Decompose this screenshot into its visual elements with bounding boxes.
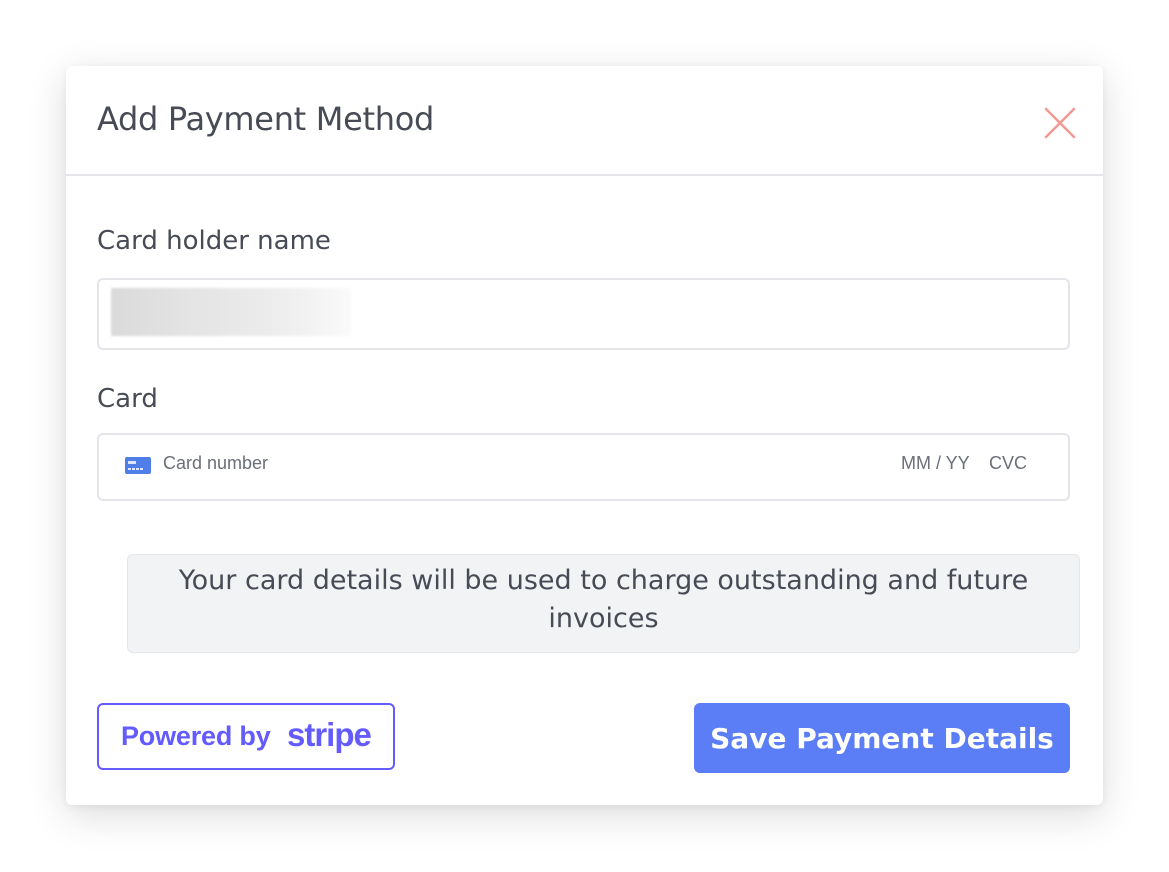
- credit-card-icon: [125, 457, 151, 474]
- card-holder-name-field[interactable]: [97, 278, 1070, 350]
- card-holder-name-label: Card holder name: [97, 226, 331, 256]
- close-button[interactable]: [1043, 106, 1077, 140]
- add-payment-method-dialog: Add Payment Method Card holder name Card…: [66, 66, 1103, 805]
- powered-by-label: Powered by: [121, 721, 271, 751]
- card-label: Card: [97, 384, 158, 414]
- card-number-placeholder[interactable]: Card number: [163, 453, 268, 474]
- modal-header: Add Payment Method: [66, 66, 1103, 176]
- card-cvc-placeholder[interactable]: CVC: [989, 453, 1027, 474]
- card-element-field[interactable]: Card number MM / YY CVC: [97, 433, 1070, 501]
- powered-by-stripe-badge[interactable]: Powered by stripe: [97, 703, 395, 770]
- save-payment-details-button[interactable]: Save Payment Details: [694, 703, 1070, 773]
- modal-title: Add Payment Method: [97, 100, 435, 138]
- stripe-logo: stripe: [287, 716, 372, 753]
- card-holder-name-value-redacted: [111, 288, 351, 336]
- close-x-icon: [1044, 107, 1076, 139]
- billing-notice: Your card details will be used to charge…: [127, 554, 1080, 653]
- card-expiry-placeholder[interactable]: MM / YY: [901, 453, 970, 474]
